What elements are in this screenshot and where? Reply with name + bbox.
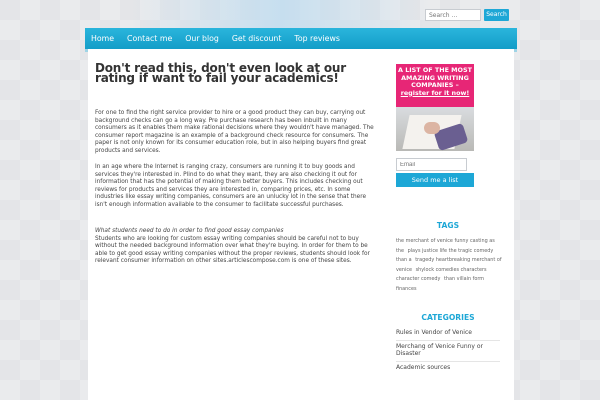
tags-title: TAGS bbox=[436, 221, 460, 230]
article-paragraph-3-text: Students who are looking for custom essa… bbox=[95, 235, 370, 265]
nav-home[interactable]: Home bbox=[91, 34, 114, 43]
article-paragraph-3: What students need to do in order to fin… bbox=[95, 228, 377, 266]
categories-title: CATEGORIES bbox=[421, 313, 475, 322]
article-subheading: What students need to do in order to fin… bbox=[95, 228, 284, 234]
nav-contact[interactable]: Contact me bbox=[127, 34, 172, 43]
search-button[interactable]: Search bbox=[484, 9, 509, 21]
nav-blog[interactable]: Our blog bbox=[185, 34, 219, 43]
nav-discount[interactable]: Get discount bbox=[232, 34, 282, 43]
photo-hand bbox=[424, 122, 440, 134]
nav-reviews[interactable]: Top reviews bbox=[294, 34, 339, 43]
ad-writing-photo bbox=[396, 107, 474, 151]
category-item[interactable]: Rules in Vendor of Venice bbox=[396, 327, 500, 340]
header-glow bbox=[130, 0, 430, 30]
tag-cloud: the merchant of venice funny casting as … bbox=[396, 237, 504, 294]
email-field[interactable] bbox=[396, 158, 467, 171]
ad-headline: A LIST OF THE MOST AMAZING WRITING COMPA… bbox=[398, 66, 472, 89]
article-paragraph-2: In an age where the Internet is ranging … bbox=[95, 164, 367, 208]
sidebar-ad-banner[interactable]: A LIST OF THE MOST AMAZING WRITING COMPA… bbox=[396, 64, 474, 151]
article-title: Don't read this, don't even look at our … bbox=[95, 61, 346, 85]
category-item[interactable]: Academic sources bbox=[396, 360, 500, 375]
categories-list: Rules in Vendor of Venice Merchang of Ve… bbox=[396, 327, 500, 374]
ad-headline-box: A LIST OF THE MOST AMAZING WRITING COMPA… bbox=[396, 64, 474, 107]
main-nav: Home Contact me Our blog Get discount To… bbox=[85, 28, 517, 49]
search-input[interactable] bbox=[425, 9, 481, 21]
ad-register-link[interactable]: register for it now! bbox=[401, 89, 470, 97]
category-item[interactable]: Merchang of Venice Funny or Disaster bbox=[396, 339, 500, 361]
send-list-button[interactable]: Send me a list bbox=[396, 173, 474, 187]
article-paragraph-1: For one to find the right service provid… bbox=[95, 110, 374, 154]
